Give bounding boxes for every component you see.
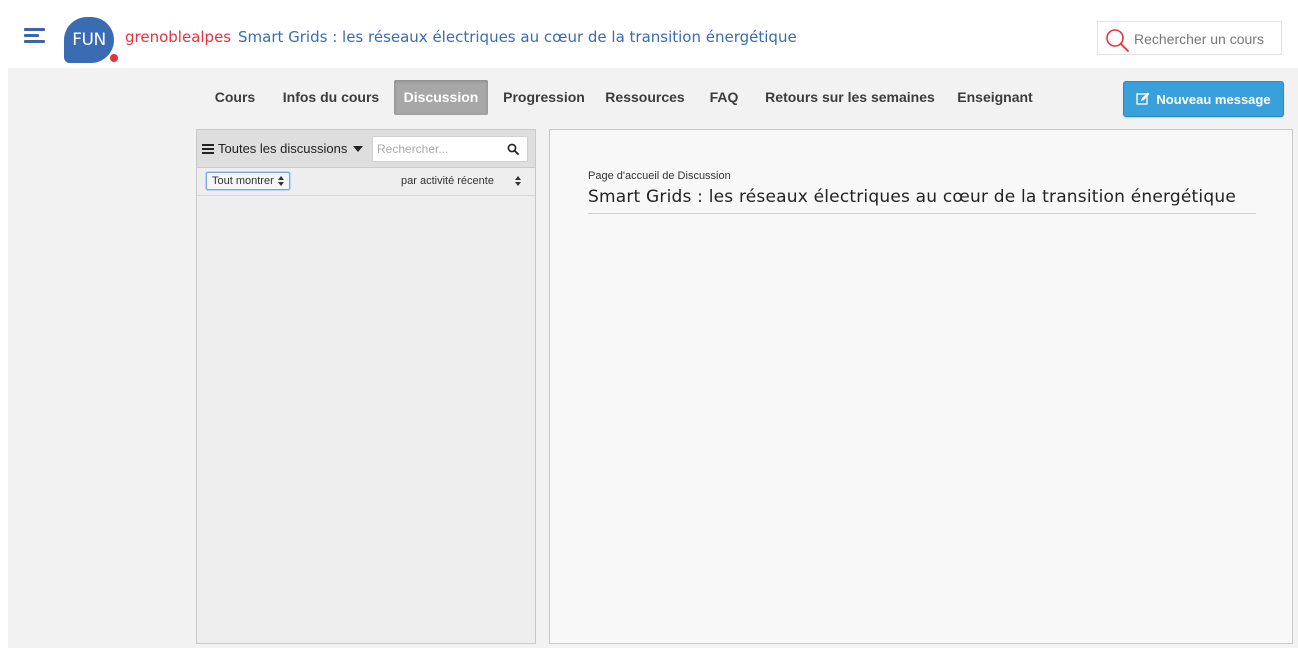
course-main: Cours Infos du cours Discussion Progress… [8, 68, 1298, 648]
breadcrumb: Page d'accueil de Discussion [588, 170, 731, 182]
sort-label: par activité récente [401, 175, 494, 187]
all-discussions-label: Toutes les discussions [218, 141, 348, 156]
sidebar-filter-bar: Tout montrer par activité récente [197, 168, 535, 196]
site-header: FUN grenoblealpes Smart Grids : les rése… [0, 0, 1298, 68]
course-title[interactable]: Smart Grids : les réseaux électriques au… [238, 28, 797, 46]
tab-progression[interactable]: Progression [496, 80, 592, 115]
search-icon [1106, 29, 1129, 52]
list-icon [202, 143, 214, 154]
fun-logo[interactable]: FUN [64, 17, 118, 65]
caret-down-icon [353, 145, 364, 152]
discussion-sidebar: Toutes les discussions Tout montrer par … [196, 129, 536, 644]
new-message-label: Nouveau message [1156, 91, 1271, 107]
sort-select[interactable]: par activité récente [401, 172, 527, 190]
tab-retours-sur-les-semaines[interactable]: Retours sur les semaines [760, 80, 940, 115]
menu-icon[interactable] [24, 28, 45, 43]
org-name: grenoblealpes [125, 28, 232, 46]
course-search[interactable] [1097, 21, 1282, 55]
show-all-label: Tout montrer [212, 175, 274, 187]
search-icon[interactable] [507, 143, 519, 155]
tab-faq[interactable]: FAQ [704, 80, 744, 115]
tab-ressources[interactable]: Ressources [600, 80, 690, 115]
discussion-search[interactable] [372, 136, 528, 162]
edit-icon [1136, 92, 1150, 105]
page-title: Smart Grids : les réseaux électriques au… [588, 187, 1236, 207]
tab-enseignant[interactable]: Enseignant [950, 80, 1040, 115]
discussion-search-input[interactable] [377, 140, 497, 158]
logo-dot [110, 54, 118, 62]
tab-discussion[interactable]: Discussion [394, 80, 488, 115]
sidebar-header: Toutes les discussions [197, 130, 535, 168]
new-message-button[interactable]: Nouveau message [1123, 81, 1284, 117]
all-discussions-menu[interactable]: Toutes les discussions [202, 141, 364, 156]
course-tabs: Cours Infos du cours Discussion Progress… [8, 68, 1298, 128]
course-search-input[interactable] [1134, 28, 1279, 50]
logo-text: FUN [64, 17, 114, 63]
tab-infos-du-cours[interactable]: Infos du cours [276, 80, 386, 115]
title-divider [588, 213, 1256, 214]
tab-cours[interactable]: Cours [206, 80, 264, 115]
select-arrows-icon [515, 176, 521, 186]
show-all-select[interactable]: Tout montrer [206, 172, 290, 190]
discussion-home: Page d'accueil de Discussion Smart Grids… [549, 129, 1293, 644]
select-arrows-icon [277, 176, 284, 186]
